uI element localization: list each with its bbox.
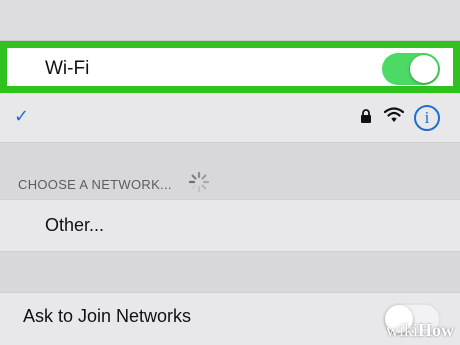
loading-spinner-icon xyxy=(188,171,210,198)
top-spacer xyxy=(0,0,460,41)
ask-to-join-label: Ask to Join Networks xyxy=(23,306,192,326)
wifi-row-highlighted: Wi-Fi xyxy=(0,41,460,93)
info-icon[interactable]: i xyxy=(414,105,440,131)
checkmark-icon: ✓ xyxy=(14,106,30,126)
wifi-signal-icon xyxy=(383,107,405,128)
wifi-toggle[interactable] xyxy=(382,53,440,85)
other-label: Other... xyxy=(45,215,105,235)
section-spacer xyxy=(0,252,460,292)
connected-network-row[interactable]: ✓ i xyxy=(0,93,460,143)
lock-icon xyxy=(360,109,372,128)
other-network-row[interactable]: Other... xyxy=(0,199,460,252)
wifi-label: Wi-Fi xyxy=(45,58,90,79)
section-header-label: CHOOSE A NETWORK... xyxy=(18,177,172,192)
wifi-row[interactable]: Wi-Fi xyxy=(7,48,453,86)
wikihow-watermark: wikiHow xyxy=(385,320,454,340)
networks-section-header: CHOOSE A NETWORK... xyxy=(0,143,460,199)
toggle-knob xyxy=(410,55,438,83)
ask-to-join-row: Ask to Join Networks wikiHow xyxy=(0,292,460,345)
